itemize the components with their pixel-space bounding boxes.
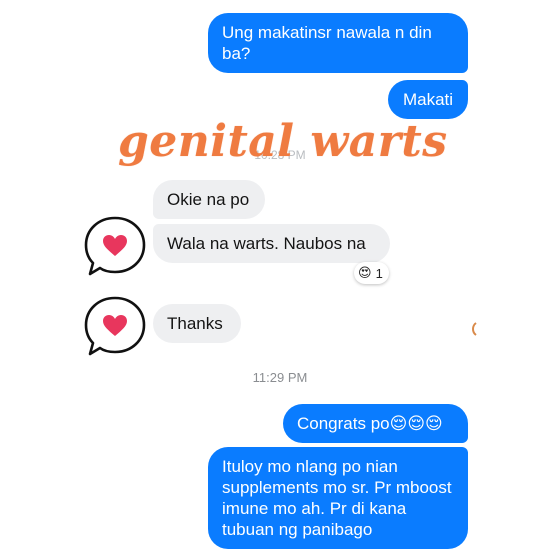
outgoing-message[interactable]: Makati [388, 80, 468, 119]
outgoing-message[interactable]: Ituloy mo nlang po nian supplements mo s… [208, 447, 468, 549]
speech-bubble-heart-icon [84, 296, 146, 356]
watermark-text: genital warts [118, 116, 448, 167]
timestamp: 11:29 PM [252, 370, 308, 385]
heart-eyes-emoji-icon: 😍 [358, 265, 372, 280]
incoming-message[interactable]: Thanks [153, 304, 241, 343]
incoming-message[interactable]: Okie na po [153, 180, 265, 219]
reaction-count: 1 [375, 265, 383, 281]
message-reaction[interactable]: 😍 1 [354, 262, 389, 284]
partial-icon [472, 322, 477, 336]
outgoing-message[interactable]: Ung makatinsr nawala n din ba? [208, 13, 468, 73]
speech-bubble-heart-icon [84, 216, 146, 276]
incoming-message[interactable]: Wala na warts. Naubos na [153, 224, 390, 263]
outgoing-message[interactable]: Congrats po😌😌😌 [283, 404, 468, 443]
